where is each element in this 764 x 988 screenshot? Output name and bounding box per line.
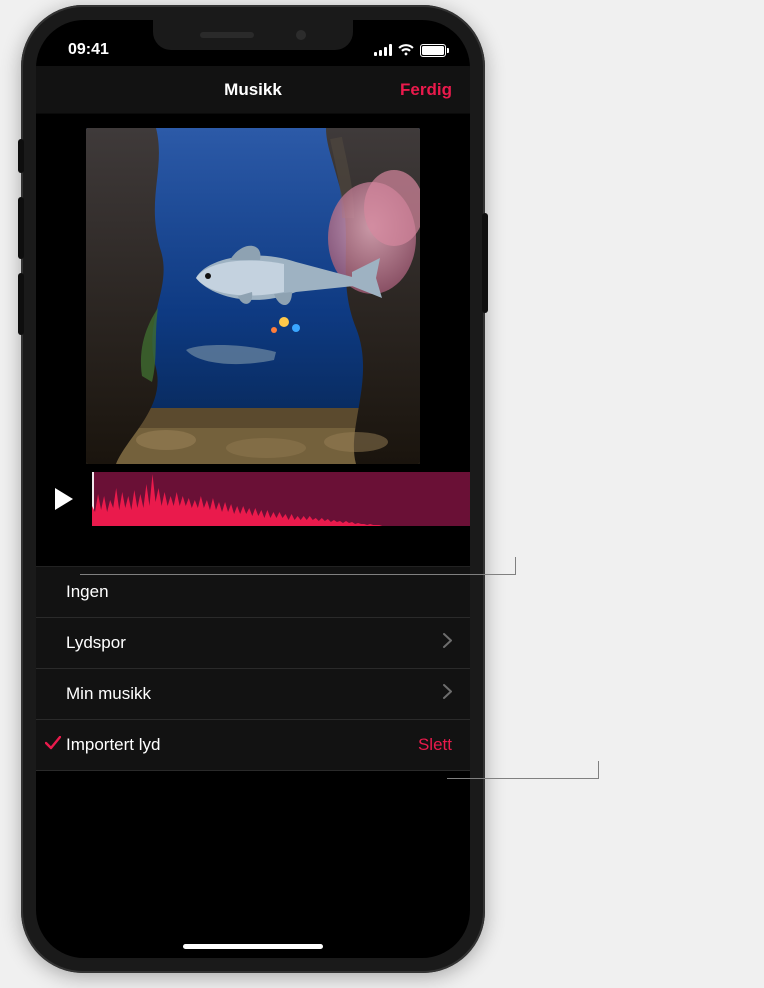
list-item-label: Ingen [66,582,452,602]
chevron-right-icon [443,684,452,704]
list-item-soundtracks[interactable]: Lydspor [36,618,470,669]
silent-switch [18,139,24,173]
cellular-icon [374,44,392,56]
play-icon [53,487,75,511]
list-item-my-music[interactable]: Min musikk [36,669,470,720]
list-item-label: Lydspor [66,633,443,653]
screen: 09:41 Musikk Ferdig [36,20,470,958]
list-item-label: Importert lyd [66,735,408,755]
audio-timeline [36,472,470,526]
notch [153,20,353,50]
speaker-grille [200,32,254,38]
battery-icon [420,44,446,57]
front-camera [296,30,306,40]
video-preview[interactable] [86,128,420,464]
list-item-imported-audio[interactable]: Importert lyd Slett [36,720,470,771]
content-area: Ingen Lydspor Min musikk [36,114,470,771]
status-icons [374,44,446,57]
callout-line [447,778,599,779]
wifi-icon [398,44,414,56]
callout-line [80,574,516,575]
music-options-list: Ingen Lydspor Min musikk [36,566,470,771]
page-title: Musikk [224,80,282,100]
volume-down-button [18,273,24,335]
power-button [482,213,488,313]
chevron-right-icon [443,633,452,653]
callout-line [515,557,516,575]
preview-image [86,128,420,464]
home-indicator[interactable] [183,944,323,949]
checkmark-icon [42,735,64,755]
nav-bar: Musikk Ferdig [36,66,470,114]
waveform-graphic [92,472,394,526]
waveform[interactable] [92,472,470,526]
list-item-label: Min musikk [66,684,443,704]
done-button[interactable]: Ferdig [400,80,452,100]
delete-button[interactable]: Slett [408,735,452,755]
callout-line [598,761,599,779]
phone-frame: 09:41 Musikk Ferdig [21,5,485,973]
status-time: 09:41 [60,41,109,59]
volume-up-button [18,197,24,259]
play-button[interactable] [36,472,92,526]
